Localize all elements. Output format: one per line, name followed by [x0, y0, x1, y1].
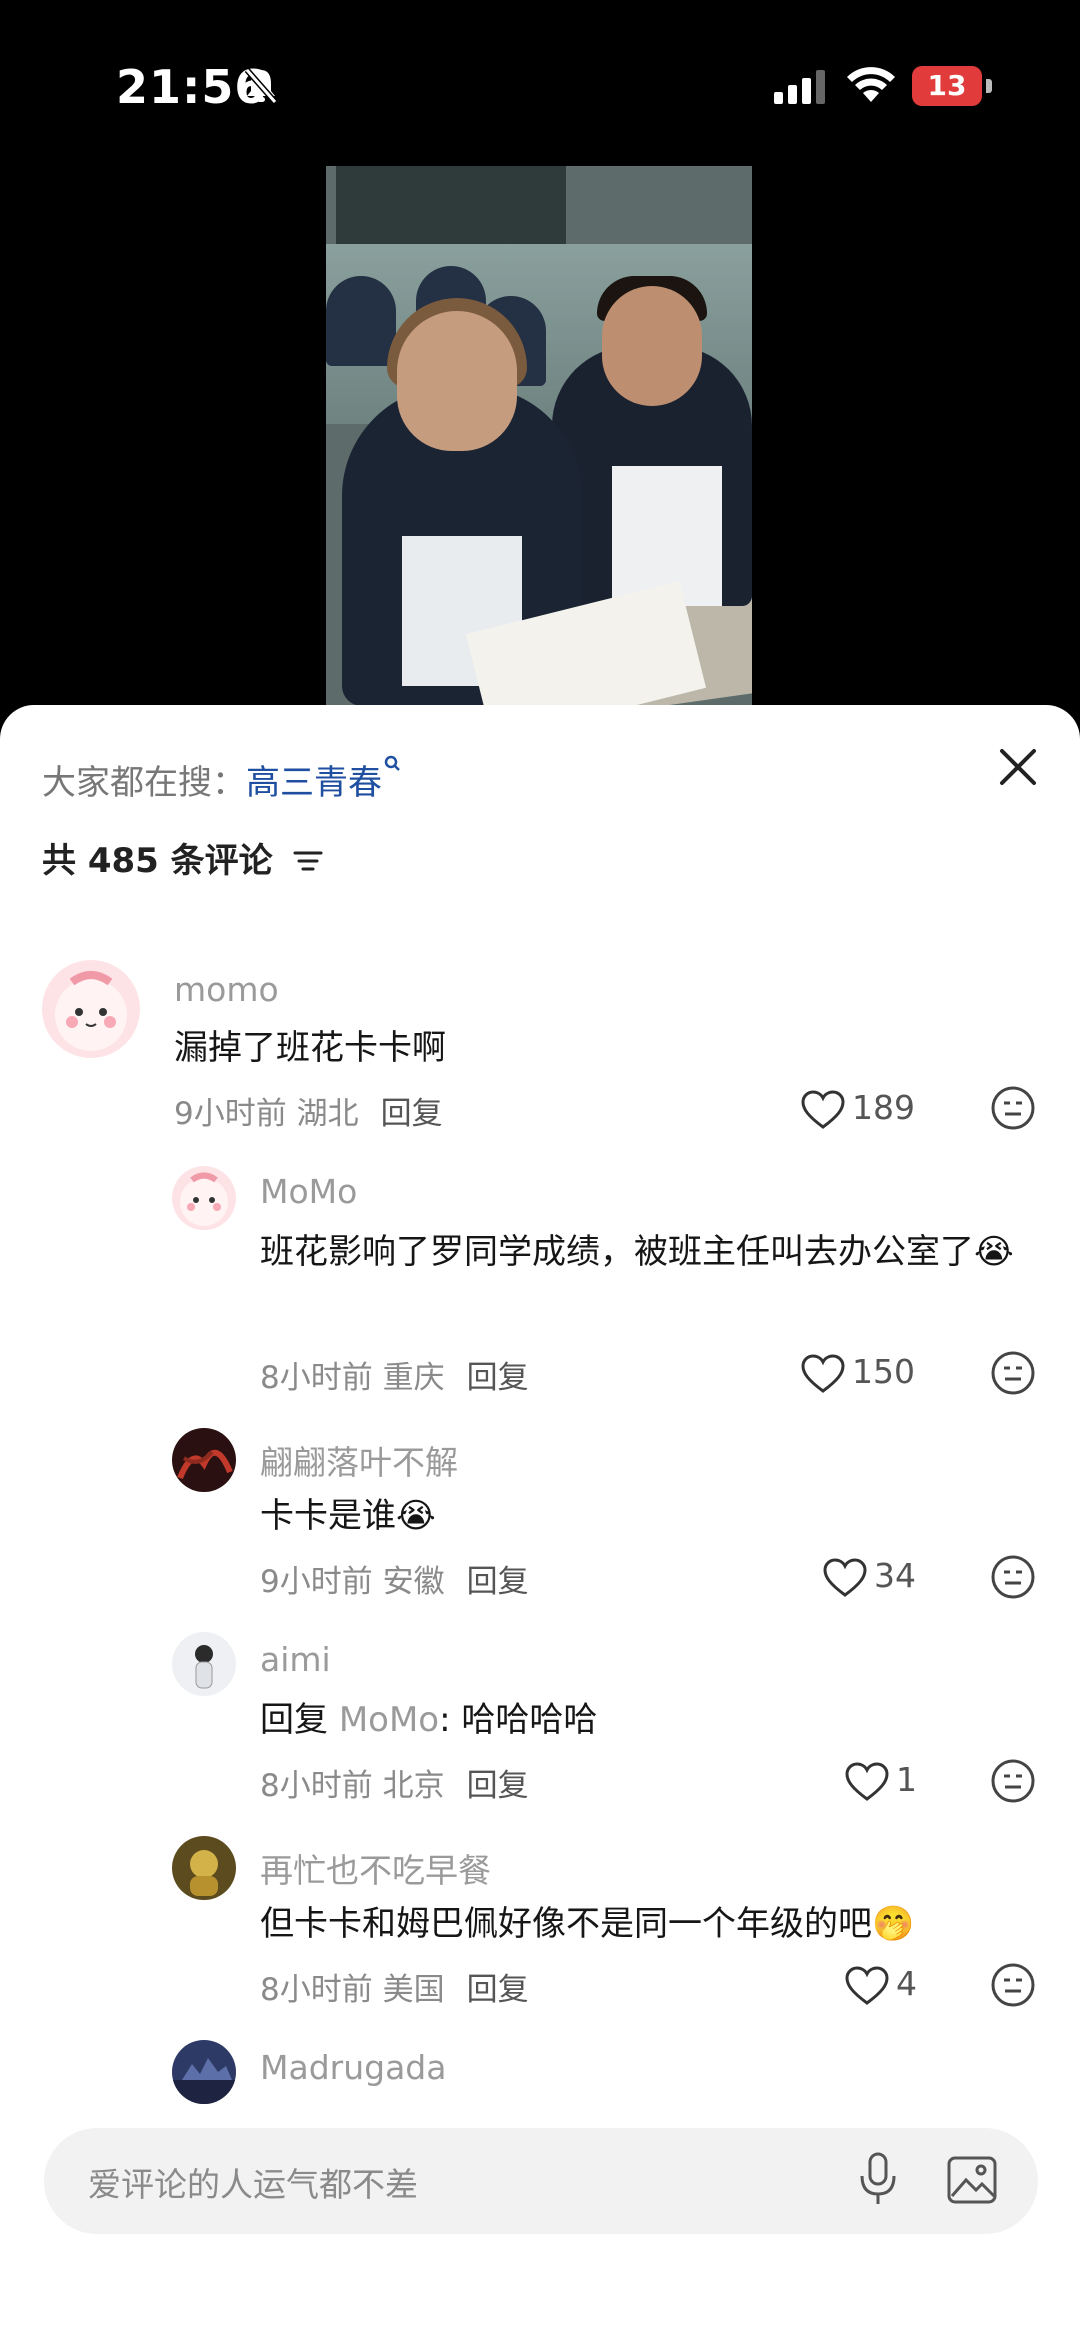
avatar[interactable] [172, 1166, 236, 1230]
more-face-icon[interactable] [990, 1085, 1036, 1135]
comment-time: 9小时前 [174, 1096, 287, 1132]
heart-icon [801, 1353, 845, 1393]
bell-muted-icon [244, 66, 278, 110]
blackboard [336, 166, 566, 244]
like-count: 189 [852, 1088, 915, 1127]
avatar[interactable] [172, 1428, 236, 1492]
heart-icon [845, 1965, 889, 2005]
signal-icon [774, 70, 828, 108]
image-icon[interactable] [946, 2152, 998, 2212]
comment-username[interactable]: MoMo [260, 1172, 357, 1211]
comment-meta: 9小时前 湖北 回复 [174, 1088, 443, 1133]
more-face-icon[interactable] [990, 1758, 1036, 1808]
avatar[interactable] [42, 960, 140, 1058]
reply-button[interactable]: 回复 [467, 1972, 529, 2008]
comment-location: 重庆 [382, 1360, 445, 1396]
reply-button[interactable]: 回复 [467, 1360, 529, 1396]
comment-time: 8小时前 [260, 1768, 373, 1804]
comment-text: 班花影响了罗同学成绩，被班主任叫去办公室了😭 [260, 1224, 1020, 1280]
trending-search[interactable]: 大家都在搜：高三青春 [42, 755, 402, 804]
avatar[interactable] [172, 1632, 236, 1696]
like-button[interactable]: 189 [800, 1088, 915, 1131]
battery-indicator: 13 [912, 66, 982, 106]
reply-to-user[interactable]: MoMo [339, 1700, 439, 1740]
comment-username[interactable]: aimi [260, 1640, 331, 1679]
like-count: 34 [874, 1556, 916, 1595]
student-right [552, 276, 752, 606]
comment-text-body: 卡卡是谁 [260, 1496, 396, 1536]
comment-username[interactable]: 翩翩落叶不解 [260, 1436, 458, 1484]
comment-text-body: 但卡卡和姆巴佩好像不是同一个年级的吧 [260, 1904, 872, 1944]
comment-text: 回复 MoMo: 哈哈哈哈 [260, 1692, 1080, 1748]
comment-meta: 8小时前 美国 回复 [260, 1964, 529, 2009]
comment-count[interactable]: 共 485 条评论 [42, 833, 323, 883]
comment-text: 漏掉了班花卡卡啊 [174, 1028, 446, 1068]
avatar[interactable] [172, 1836, 236, 1900]
heart-icon [823, 1557, 867, 1597]
like-count: 150 [852, 1352, 915, 1391]
comment-input-placeholder: 爱评论的人运气都不差 [88, 2165, 418, 2204]
close-button[interactable] [992, 741, 1044, 793]
filter-icon[interactable] [293, 843, 323, 883]
like-count: 1 [896, 1760, 917, 1799]
trending-search-keyword[interactable]: 高三青春 [246, 763, 382, 803]
trending-search-prefix: 大家都在搜： [42, 763, 246, 803]
crying-emoji-icon: 😭 [396, 1496, 436, 1536]
comment-meta: 8小时前 北京 回复 [260, 1760, 529, 1805]
comment-meta: 9小时前 安徽 回复 [260, 1556, 529, 1601]
wifi-icon [846, 66, 896, 108]
like-button[interactable]: 4 [844, 1964, 917, 2007]
heart-icon [801, 1089, 845, 1129]
search-icon [384, 755, 400, 771]
comment-time: 8小时前 [260, 1360, 373, 1396]
mic-icon[interactable] [856, 2150, 900, 2214]
comment-text: 卡卡是谁😭 [260, 1488, 1080, 1544]
reply-button[interactable]: 回复 [467, 1768, 529, 1804]
reply-prefix: 回复 [260, 1700, 339, 1740]
more-face-icon[interactable] [990, 1962, 1036, 2012]
reply-button[interactable]: 回复 [381, 1096, 443, 1132]
comment-meta: 8小时前 重庆 回复 [260, 1352, 529, 1397]
comment-username[interactable]: momo [174, 970, 279, 1009]
battery-cap [986, 79, 992, 93]
comment-text-body: 班花影响了罗同学成绩，被班主任叫去办公室了 [260, 1232, 974, 1272]
more-face-icon[interactable] [990, 1350, 1036, 1400]
comment-input[interactable]: 爱评论的人运气都不差 [44, 2128, 1038, 2234]
reply-button[interactable]: 回复 [467, 1564, 529, 1600]
like-button[interactable]: 1 [844, 1760, 917, 1803]
like-button[interactable]: 34 [822, 1556, 916, 1599]
comment-location: 北京 [382, 1768, 445, 1804]
heart-icon [845, 1761, 889, 1801]
background-student [326, 276, 396, 366]
like-count: 4 [896, 1964, 917, 2003]
status-bar: 21:56 13 [0, 0, 1080, 170]
comment-location: 美国 [382, 1972, 445, 2008]
like-button[interactable]: 150 [800, 1352, 915, 1395]
comment-location: 安徽 [382, 1564, 445, 1600]
more-face-icon[interactable] [990, 1554, 1036, 1604]
comment-text-body: : 哈哈哈哈 [439, 1700, 598, 1740]
comment-time: 9小时前 [260, 1564, 373, 1600]
comment-text: 但卡卡和姆巴佩好像不是同一个年级的吧🤭 [260, 1896, 1080, 1952]
comment-time: 8小时前 [260, 1972, 373, 2008]
video-player[interactable] [326, 166, 752, 710]
avatar[interactable] [172, 2040, 236, 2104]
comment-location: 湖北 [296, 1096, 359, 1132]
comment-username[interactable]: Madrugada [260, 2048, 446, 2087]
comment-count-label: 共 485 条评论 [42, 841, 273, 881]
comment-username[interactable]: 再忙也不吃早餐 [260, 1844, 491, 1892]
covering-mouth-emoji-icon: 🤭 [872, 1904, 915, 1944]
crying-emoji-icon: 😭 [974, 1232, 1014, 1272]
close-icon [1000, 749, 1036, 785]
